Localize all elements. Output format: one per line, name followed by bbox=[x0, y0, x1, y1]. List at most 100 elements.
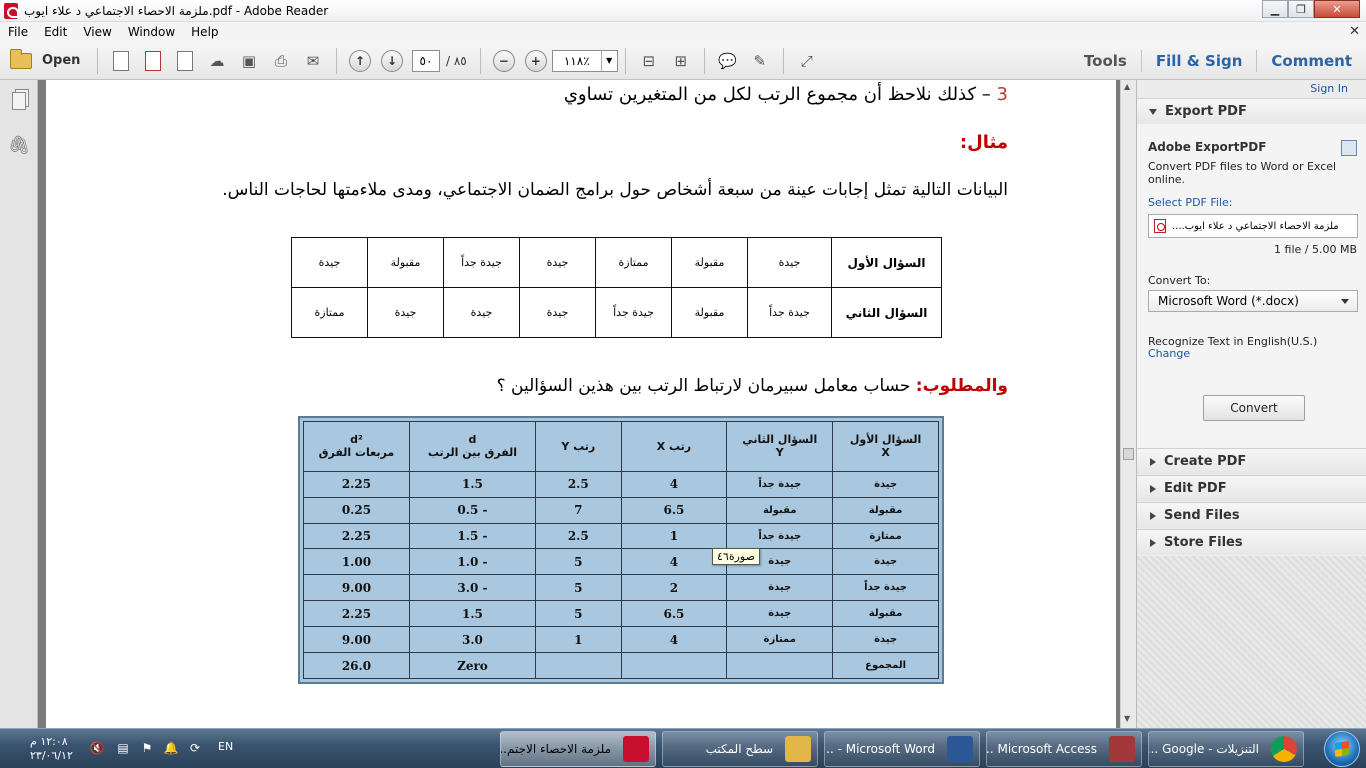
input-language[interactable]: EN bbox=[218, 740, 233, 753]
close-document-icon[interactable]: ✕ bbox=[1349, 24, 1360, 39]
table-row: جيدة جداً جيدة 2 5- 3.0 9.00 bbox=[303, 574, 939, 602]
file-name: ملزمة الاحصاء الاجتماعي د علاء ايوب.... bbox=[1172, 220, 1339, 232]
upload-cloud-icon[interactable]: ☁ bbox=[205, 49, 229, 73]
scroll-down-icon[interactable]: ▼ bbox=[1124, 714, 1130, 723]
selected-file-field[interactable]: ملزمة الاحصاء الاجتماعي د علاء ايوب.... bbox=[1148, 214, 1358, 238]
header-cell: السؤال الأول X bbox=[832, 421, 939, 472]
create-pdf-section-header[interactable]: Create PDF bbox=[1137, 448, 1366, 474]
page-thumbnails-icon[interactable] bbox=[9, 90, 29, 112]
table-cell: جيدة bbox=[832, 626, 939, 654]
zoom-select[interactable]: ١١٨٪ ▼ bbox=[551, 49, 618, 72]
table-cell: ممتازة bbox=[832, 522, 939, 550]
clock[interactable]: ١٢:٠٨ م ٢٣/٠٦/١٢ bbox=[30, 735, 73, 763]
table-cell bbox=[726, 652, 834, 679]
sync-icon[interactable]: ⟳ bbox=[188, 741, 202, 755]
open-button[interactable]: Open bbox=[10, 48, 90, 69]
save-icon[interactable]: ▣ bbox=[237, 49, 261, 73]
change-link[interactable]: Change bbox=[1148, 347, 1190, 360]
scroll-up-icon[interactable]: ▲ bbox=[1124, 82, 1130, 91]
export-pdf-section-header[interactable]: Export PDF bbox=[1137, 98, 1366, 124]
highlight-icon[interactable]: ✎ bbox=[748, 49, 772, 73]
table-cell: مقبولة bbox=[832, 600, 939, 628]
table-row: جيدة جيدة جداً 4 2.5 1.5 2.25 bbox=[303, 470, 939, 498]
table-cell: السؤال الأول bbox=[831, 237, 942, 288]
export-pdf-icon[interactable] bbox=[141, 49, 165, 73]
table-row: جيدة جيدة 4 5- 1.0 1.00 bbox=[303, 548, 939, 576]
tools-pane-link[interactable]: Tools bbox=[1070, 52, 1141, 70]
example-heading: مثال: bbox=[959, 132, 1008, 153]
table-row: مقبولة جيدة 6.5 5 1.5 2.25 bbox=[303, 600, 939, 628]
print-icon[interactable]: ⎙ bbox=[269, 49, 293, 73]
table-cell: جيدة bbox=[367, 287, 444, 338]
store-files-section-header[interactable]: Store Files bbox=[1137, 529, 1366, 555]
create-pdf-icon[interactable] bbox=[109, 49, 133, 73]
minimize-button[interactable]: ▁ bbox=[1262, 0, 1288, 18]
volume-muted-icon[interactable]: 🔇 bbox=[90, 741, 105, 755]
table-cell: 6.5 bbox=[620, 496, 728, 524]
fill-sign-pane-link[interactable]: Fill & Sign bbox=[1142, 52, 1257, 70]
pdf-file-icon bbox=[1154, 219, 1166, 233]
list-item-3: 3 – كذلك نلاحظ أن مجموع الرتب لكل من الم… bbox=[564, 84, 1008, 105]
taskbar-item-desktop[interactable]: سطح المكتب bbox=[662, 731, 818, 767]
table-cell: ممتازة bbox=[726, 626, 834, 654]
next-page-button[interactable]: ↓ bbox=[380, 49, 404, 73]
table-cell: 5 bbox=[535, 548, 622, 576]
collapsed-triangle-icon bbox=[1150, 484, 1156, 493]
table-cell: ممتازة bbox=[291, 287, 368, 338]
folder-icon bbox=[785, 736, 811, 762]
menu-view[interactable]: View bbox=[75, 25, 119, 39]
table-cell: 7 bbox=[535, 496, 622, 524]
table-cell: 1 bbox=[535, 626, 622, 654]
table-cell: 9.00 bbox=[303, 626, 410, 654]
sign-in-link[interactable]: Sign In bbox=[1310, 82, 1348, 95]
table-cell: 2.25 bbox=[303, 600, 410, 628]
restore-button[interactable]: ❐ bbox=[1288, 0, 1314, 18]
convert-to-select[interactable]: Microsoft Word (*.docx) bbox=[1148, 290, 1358, 312]
menu-edit[interactable]: Edit bbox=[36, 25, 75, 39]
edit-pdf-icon[interactable] bbox=[173, 49, 197, 73]
sticky-note-icon[interactable]: 💬 bbox=[716, 49, 740, 73]
page-number-input[interactable]: ٥٠ bbox=[412, 49, 440, 72]
table-cell: جيدة جداً bbox=[443, 237, 520, 288]
close-button[interactable]: ✕ bbox=[1314, 0, 1360, 18]
edit-pdf-section-header[interactable]: Edit PDF bbox=[1137, 475, 1366, 501]
collapsed-triangle-icon bbox=[1150, 511, 1156, 520]
convert-to-label: Convert To: bbox=[1148, 274, 1211, 287]
header-cell: d الفرق بين الرتب bbox=[408, 421, 537, 472]
menu-file[interactable]: File bbox=[0, 25, 36, 39]
previous-page-button[interactable]: ↑ bbox=[348, 49, 372, 73]
menu-help[interactable]: Help bbox=[183, 25, 226, 39]
taskbar-item-adobe-reader[interactable]: ملزمة الاحصاء الاجتم... bbox=[500, 731, 656, 767]
email-icon[interactable]: ✉ bbox=[301, 49, 325, 73]
document-scrollbar[interactable]: ▲ ▼ bbox=[1120, 80, 1136, 728]
attachments-icon[interactable]: 🖇 bbox=[8, 134, 31, 156]
collapsed-triangle-icon bbox=[1150, 457, 1156, 466]
taskbar-item-chrome[interactable]: التنزيلات - Google ... bbox=[1148, 731, 1304, 767]
fit-width-icon[interactable]: ⊞ bbox=[669, 49, 693, 73]
zoom-in-button[interactable]: + bbox=[524, 49, 548, 73]
convert-button[interactable]: Convert bbox=[1203, 395, 1305, 421]
taskbar-item-access[interactable]: Microsoft Access ... bbox=[986, 731, 1142, 767]
table-cell: 1.5 bbox=[408, 600, 537, 628]
document-view[interactable]: 3 – كذلك نلاحظ أن مجموع الرتب لكل من الم… bbox=[38, 80, 1136, 728]
taskbar-item-word[interactable]: Microsoft Word - ... bbox=[824, 731, 980, 767]
full-screen-icon[interactable]: ⤢ bbox=[795, 49, 819, 73]
start-button[interactable] bbox=[1324, 731, 1360, 767]
table-cell: - 1.0 bbox=[408, 548, 537, 576]
required-label: والمطلوب: bbox=[915, 376, 1008, 396]
fit-page-icon[interactable]: ⊟ bbox=[637, 49, 661, 73]
action-center-icon[interactable]: ⚑ bbox=[140, 741, 154, 755]
notification-icon[interactable]: 🔔 bbox=[164, 741, 179, 755]
zoom-out-button[interactable]: − bbox=[492, 49, 516, 73]
chevron-down-icon: ▼ bbox=[600, 50, 617, 71]
export-description-2: online. bbox=[1148, 173, 1186, 186]
scroll-thumb[interactable] bbox=[1123, 448, 1134, 460]
table-cell: 26.0 bbox=[303, 652, 410, 679]
menu-window[interactable]: Window bbox=[120, 25, 183, 39]
table-cell: مقبولة bbox=[367, 237, 444, 288]
comment-pane-link[interactable]: Comment bbox=[1257, 52, 1366, 70]
send-files-section-header[interactable]: Send Files bbox=[1137, 502, 1366, 528]
responses-table: السؤال الأول جيدة مقبولة ممتازة جيدة جيد… bbox=[291, 237, 942, 338]
network-icon[interactable]: ▤ bbox=[116, 741, 130, 755]
zoom-value: ١١٨٪ bbox=[563, 53, 590, 68]
